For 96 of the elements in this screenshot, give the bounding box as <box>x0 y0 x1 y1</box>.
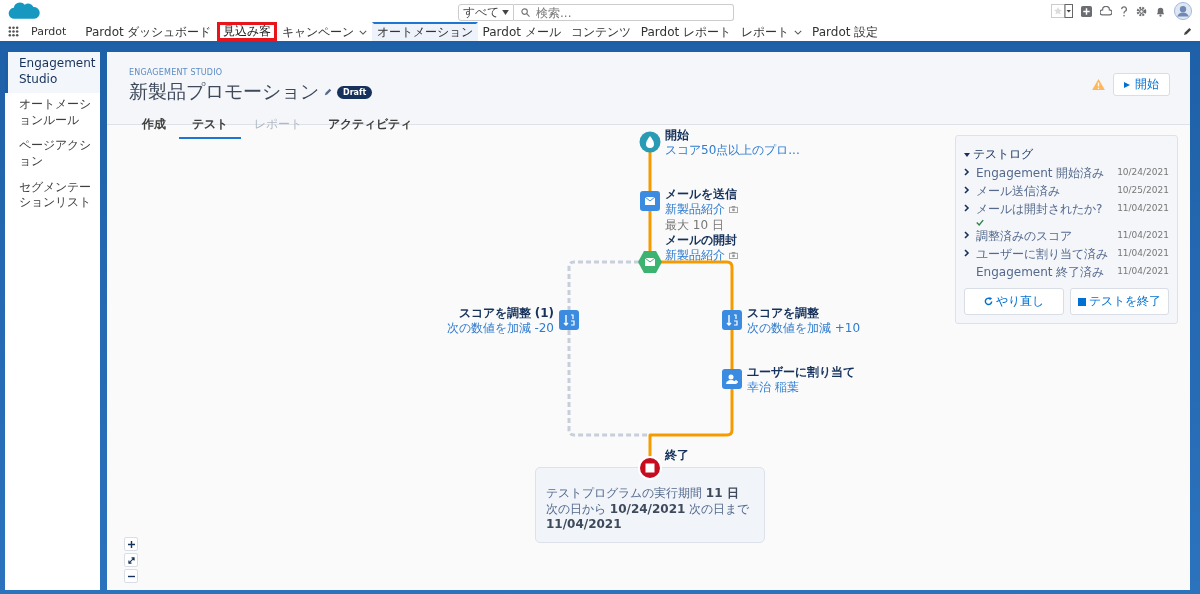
node-title: 開始 <box>665 128 690 143</box>
log-entry: メール送信済み <box>976 184 1060 198</box>
log-date: 11/04/2021 <box>1117 247 1169 258</box>
restart-button[interactable]: やり直し <box>964 288 1064 315</box>
nav-tab[interactable]: Pardot レポート <box>635 22 737 41</box>
search-field[interactable]: 検索... <box>514 4 734 21</box>
node-detail: 次の数値を加減 +10 <box>747 321 861 336</box>
user-node-icon[interactable] <box>722 369 742 389</box>
fit-button[interactable] <box>124 553 138 567</box>
bell-icon[interactable] <box>1155 5 1166 17</box>
log-entry: メールは開封されたか? <box>976 202 1103 216</box>
chevron-right-icon[interactable] <box>964 249 970 257</box>
caret-down-icon <box>964 151 970 158</box>
avatar-icon[interactable] <box>1174 2 1192 20</box>
node-title: メールの開封 <box>665 233 738 248</box>
node-detail: 次の数値を加減 -20 <box>446 321 554 336</box>
cloud-logo <box>8 0 40 22</box>
nav-tab[interactable]: キャンペーン <box>276 22 372 41</box>
tab[interactable]: 作成 <box>129 113 179 139</box>
sidebar-item[interactable]: ページアクション <box>5 134 100 176</box>
nav-tab[interactable]: Pardot メール <box>477 22 566 41</box>
sidebar-item[interactable]: セグメンテーションリスト <box>5 175 100 217</box>
stop-icon <box>1077 297 1086 306</box>
node-detail: 新製品紹介 <box>665 248 725 263</box>
expand-icon <box>127 556 135 564</box>
chevron-right-icon[interactable] <box>964 231 970 239</box>
zoom-out-button[interactable] <box>124 569 138 583</box>
log-entry: 調整済みのスコア <box>976 229 1072 243</box>
summary-text: 次の日から 10/24/2021 次の日まで <box>546 501 750 518</box>
add-icon[interactable] <box>1081 5 1092 17</box>
tab[interactable]: テスト <box>179 113 241 139</box>
connector-line <box>730 330 734 369</box>
zoom-in-button[interactable] <box>124 537 138 551</box>
pencil-icon[interactable] <box>1183 27 1192 36</box>
log-entry: Engagement 開始済み <box>976 166 1105 180</box>
test-log-toggle[interactable]: テストログ <box>964 146 1033 163</box>
refresh-icon <box>983 297 993 306</box>
help-icon[interactable] <box>1120 4 1128 18</box>
favorites-icon[interactable] <box>1051 4 1073 18</box>
pencil-icon[interactable] <box>324 88 332 96</box>
stop-test-button[interactable]: テストを終了 <box>1069 288 1169 315</box>
preview-icon[interactable] <box>729 252 738 259</box>
node-title: ユーザーに割り当て <box>747 365 855 380</box>
score-node-icon[interactable] <box>722 310 742 330</box>
nav-tab[interactable]: Pardot 設定 <box>807 22 884 41</box>
nav-tab[interactable]: レポート <box>736 22 808 41</box>
log-date: 11/04/2021 <box>1117 265 1169 276</box>
cloud-icon[interactable] <box>1100 5 1112 17</box>
sidebar-item[interactable]: Engagement Studio <box>5 52 100 94</box>
log-entry: Engagement 終了済み <box>976 265 1105 279</box>
summary-text: テストプログラムの実行期間 11 日 <box>546 486 739 502</box>
nav-tab[interactable]: 見込み客 <box>216 22 277 41</box>
connector-line <box>648 211 652 252</box>
app-name: Pardot <box>31 25 67 38</box>
log-date: 10/24/2021 <box>1117 166 1169 177</box>
play-icon <box>1124 81 1130 88</box>
settings-icon[interactable] <box>1136 5 1147 17</box>
tab[interactable]: アクティビティ <box>315 113 425 139</box>
start-button[interactable]: 開始 <box>1113 73 1170 96</box>
node-title: メールを送信 <box>665 187 738 202</box>
status-badge: Draft <box>337 85 373 99</box>
preview-icon[interactable] <box>729 206 738 213</box>
summary-text: 11/04/2021 <box>546 517 622 533</box>
chevron-right-icon[interactable] <box>964 204 970 212</box>
email-trigger-node-icon[interactable] <box>638 251 662 273</box>
sidebar-item[interactable]: オートメーションルール <box>5 93 100 135</box>
log-date: 11/04/2021 <box>1117 202 1169 213</box>
end-node-icon[interactable] <box>638 456 662 480</box>
node-detail: 幸治 稲葉 <box>747 380 799 395</box>
chevron-right-icon[interactable] <box>964 186 970 194</box>
warning-icon <box>1092 79 1105 90</box>
connector-line <box>648 152 652 191</box>
scope-dropdown[interactable]: すべて <box>458 4 514 21</box>
nav-tab[interactable]: Pardot ダッシュボード <box>80 22 217 41</box>
log-entry: ユーザーに割り当て済み <box>976 247 1108 261</box>
app-launcher-icon[interactable] <box>8 26 19 37</box>
node-title: スコアを調整 <box>747 306 820 321</box>
chevron-right-icon[interactable] <box>964 168 970 176</box>
dashed-connector-line <box>567 260 639 310</box>
node-detail: スコア50点以上のプロ... <box>665 143 800 158</box>
log-date: 11/04/2021 <box>1117 229 1169 240</box>
email-node-icon[interactable] <box>640 191 660 211</box>
search-icon <box>521 8 530 17</box>
node-title: スコアを調整 (1) <box>457 306 554 321</box>
nav-tab[interactable]: コンテンツ <box>565 22 636 41</box>
node-title: 終了 <box>665 448 689 463</box>
log-date: 10/25/2021 <box>1117 184 1169 195</box>
plus-icon <box>127 540 135 548</box>
node-detail: 新製品紹介 <box>665 202 725 217</box>
eyebrow-label: ENGAGEMENT STUDIO <box>129 68 224 77</box>
program-title: 新製品プロモーション <box>129 79 319 104</box>
wait-label: 最大 10 日 <box>665 218 725 233</box>
start-node-icon[interactable] <box>639 131 661 153</box>
nav-tab[interactable]: オートメーション <box>371 22 478 41</box>
caret-icon <box>502 10 509 15</box>
score-node-icon[interactable] <box>559 310 579 330</box>
